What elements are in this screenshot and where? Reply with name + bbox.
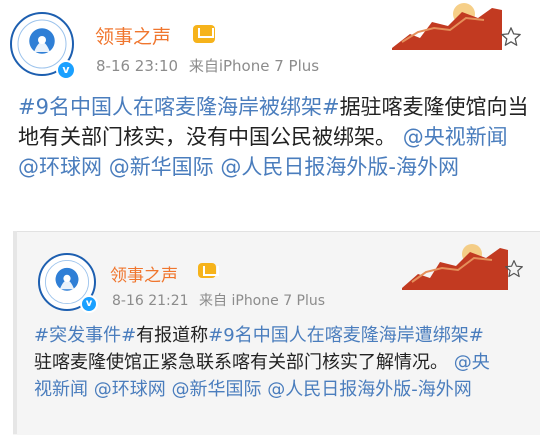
verified-badge: v [56,60,76,80]
star-icon[interactable] [500,26,522,48]
post-source: 来自iPhone 7 Plus [188,57,320,75]
topic-link[interactable]: #9名中国人在喀麦隆海岸被绑架# [18,95,340,119]
repost-verified-badge: v [80,295,98,313]
repost-mention-link[interactable]: @环球网 [94,379,166,400]
mention-link[interactable]: @人民日报海外版-海外网 [220,155,459,179]
repost-body: #突发事件#有报道称#9名中国人在喀麦隆海岸遭绑架# 驻喀麦隆使馆正紧急联系喀有关… [34,322,500,403]
repost-author-name[interactable]: 领事之声 [110,261,178,286]
repost-star-icon[interactable] [504,259,524,279]
mention-link[interactable]: @新华国际 [109,155,214,179]
repost-mention-link[interactable]: @新华国际 [171,379,261,400]
post-body: #9名中国人在喀麦隆海岸被绑架#据驻喀麦隆使馆向当地有关部门核实，没有中国公民被… [18,92,532,182]
mention-link[interactable]: @央视新闻 [403,125,508,149]
mention-link[interactable]: @环球网 [18,155,102,179]
weibo-post: v 领事之声 8-16 23:10 来自iPhone 7 Plus #9名中国人… [0,0,540,232]
repost-mention-link[interactable]: @人民日报海外版-海外网 [267,379,472,400]
repost-topic-link[interactable]: #9名中国人在喀麦隆海岸遭绑架# [208,325,484,346]
crown-badge-icon [193,25,215,43]
repost-topic-link[interactable]: #突发事件# [34,325,136,346]
author-name[interactable]: 领事之声 [95,22,171,49]
repost-divider [13,231,17,434]
repost-meta: 8-16 21:21 来自 iPhone 7 Plus [112,290,331,310]
great-wall-decoration-icon [392,3,502,50]
repost-source: 来自 iPhone 7 Plus [199,293,326,309]
repost-text: 驻喀麦隆使馆正紧急联系喀有关部门核实了解情况。 [34,352,448,373]
post-meta: 8-16 23:10 来自iPhone 7 Plus [96,55,325,76]
repost-crown-badge-icon [198,263,219,278]
repost-time: 8-16 21:21 [112,293,189,309]
repost-text: 有报道称 [136,325,209,346]
repost-great-wall-decoration-icon [402,244,508,290]
post-time: 8-16 23:10 [96,57,179,75]
